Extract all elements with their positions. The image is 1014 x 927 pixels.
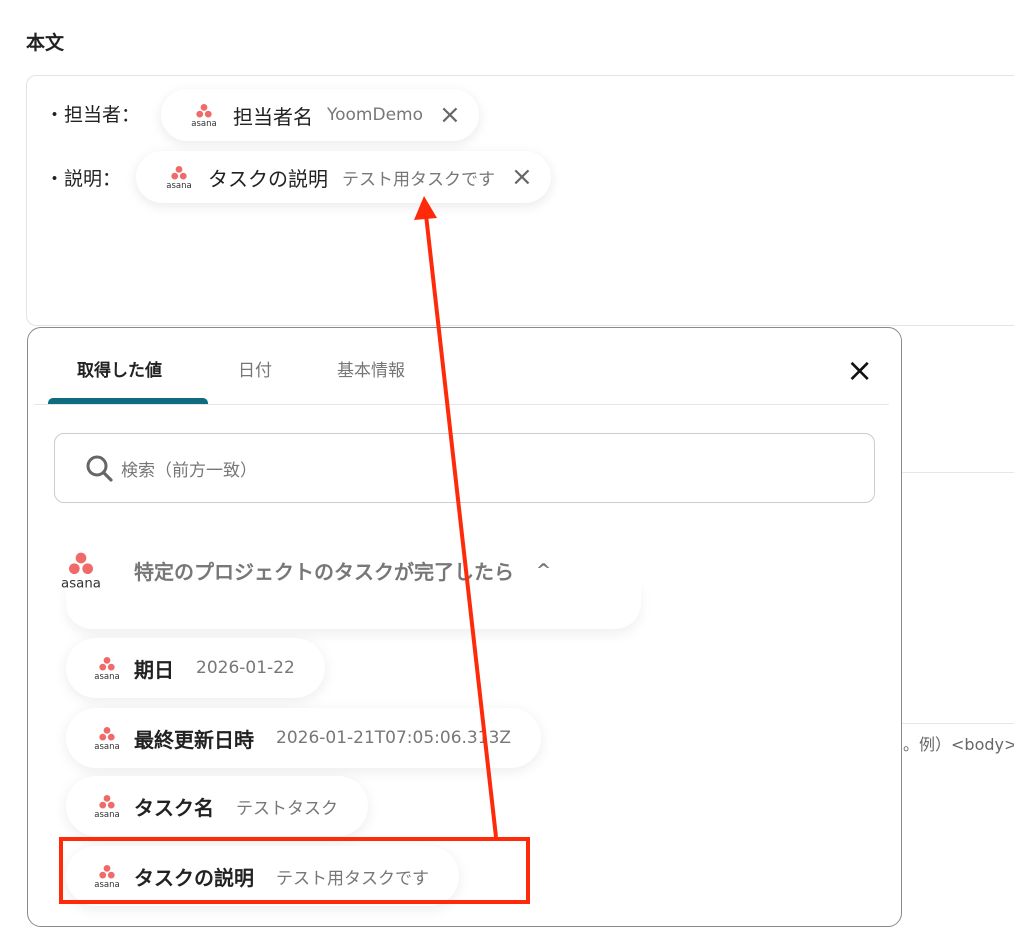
annotation-arrow [414, 196, 498, 838]
arrow-head-icon [414, 196, 437, 220]
arrow-shaft [424, 214, 498, 838]
